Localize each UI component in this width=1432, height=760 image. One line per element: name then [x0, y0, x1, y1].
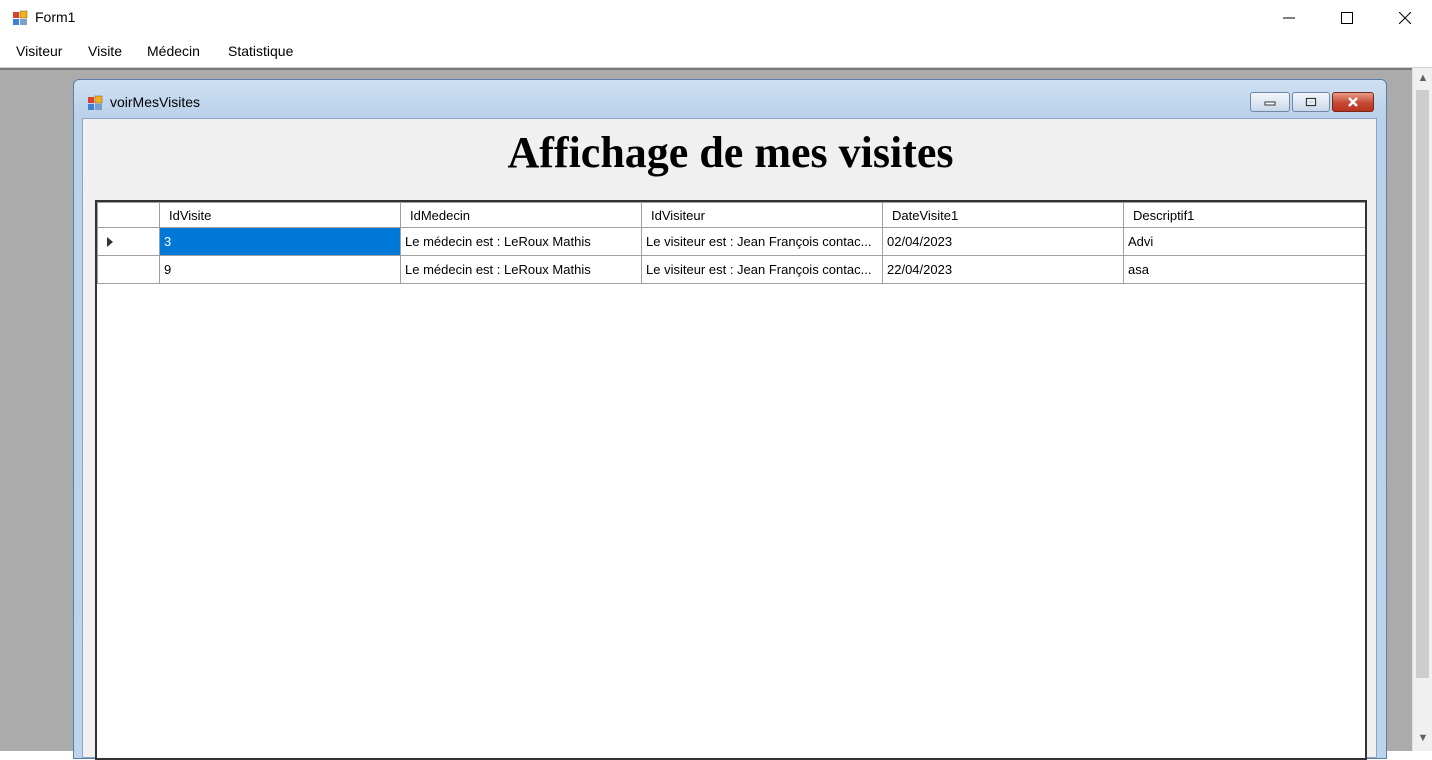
window-title: Form1 — [35, 9, 76, 25]
vertical-scrollbar[interactable]: ▲ ▼ — [1412, 68, 1432, 751]
grid-cell[interactable]: 3 — [159, 227, 401, 256]
grid-cell[interactable]: 22/04/2023 — [882, 255, 1124, 284]
column-header-descriptif1[interactable]: Descriptif1 — [1123, 202, 1365, 228]
child-client-area: Affichage de mes visites IdVisite IdMede… — [82, 118, 1377, 760]
grid-header-row: IdVisite IdMedecin IdVisiteur DateVisite… — [97, 202, 1365, 228]
row-header[interactable] — [97, 227, 160, 256]
visits-data-grid[interactable]: IdVisite IdMedecin IdVisiteur DateVisite… — [95, 200, 1367, 760]
close-icon — [1399, 12, 1411, 24]
grid-cell[interactable]: 9 — [159, 255, 401, 284]
scroll-thumb[interactable] — [1416, 90, 1429, 678]
child-window-title: voirMesVisites — [110, 94, 200, 110]
column-header-idvisite[interactable]: IdVisite — [159, 202, 401, 228]
current-row-arrow-icon — [107, 236, 113, 247]
close-icon — [1348, 97, 1358, 107]
close-button[interactable] — [1376, 0, 1432, 36]
menu-bar: Visiteur Visite Médecin Statistique — [0, 36, 1432, 68]
minimize-icon — [1264, 101, 1276, 106]
child-window-voirmesvisites: voirMesVisites Affichage de mes visites … — [73, 79, 1387, 760]
child-minimize-button[interactable] — [1250, 92, 1290, 112]
menu-medecin[interactable]: Médecin — [145, 43, 202, 59]
menu-visiteur[interactable]: Visiteur — [14, 43, 64, 59]
column-header-datevisite1[interactable]: DateVisite1 — [882, 202, 1124, 228]
scroll-down-arrow-icon[interactable]: ▼ — [1417, 732, 1429, 744]
child-restore-button[interactable] — [1292, 92, 1330, 112]
child-close-button[interactable] — [1332, 92, 1374, 112]
grid-cell[interactable]: 02/04/2023 — [882, 227, 1124, 256]
form-child-icon — [88, 95, 103, 110]
maximize-icon — [1341, 12, 1353, 24]
column-header-idvisiteur[interactable]: IdVisiteur — [641, 202, 883, 228]
maximize-button[interactable] — [1318, 0, 1376, 36]
title-bar: Form1 — [0, 0, 1432, 36]
menu-visite[interactable]: Visite — [86, 43, 124, 59]
grid-cell[interactable]: Le visiteur est : Jean François contac..… — [641, 227, 883, 256]
table-row[interactable]: 9 Le médecin est : LeRoux Mathis Le visi… — [97, 255, 1365, 284]
grid-cell[interactable]: Advi — [1123, 227, 1365, 256]
scroll-up-arrow-icon[interactable]: ▲ — [1417, 72, 1429, 84]
row-header[interactable] — [97, 255, 160, 284]
restore-icon — [1305, 97, 1317, 107]
minimize-button[interactable] — [1260, 0, 1318, 36]
grid-cell[interactable]: asa — [1123, 255, 1365, 284]
column-header-idmedecin[interactable]: IdMedecin — [400, 202, 642, 228]
minimize-icon — [1283, 17, 1295, 19]
menu-statistique[interactable]: Statistique — [226, 43, 295, 59]
grid-cell[interactable]: Le médecin est : LeRoux Mathis — [400, 255, 642, 284]
grid-cell[interactable]: Le visiteur est : Jean François contac..… — [641, 255, 883, 284]
grid-cell[interactable]: Le médecin est : LeRoux Mathis — [400, 227, 642, 256]
grid-corner-header[interactable] — [97, 202, 160, 228]
table-row[interactable]: 3 Le médecin est : LeRoux Mathis Le visi… — [97, 227, 1365, 256]
form-app-icon — [13, 10, 28, 25]
page-heading: Affichage de mes visites — [507, 128, 954, 177]
